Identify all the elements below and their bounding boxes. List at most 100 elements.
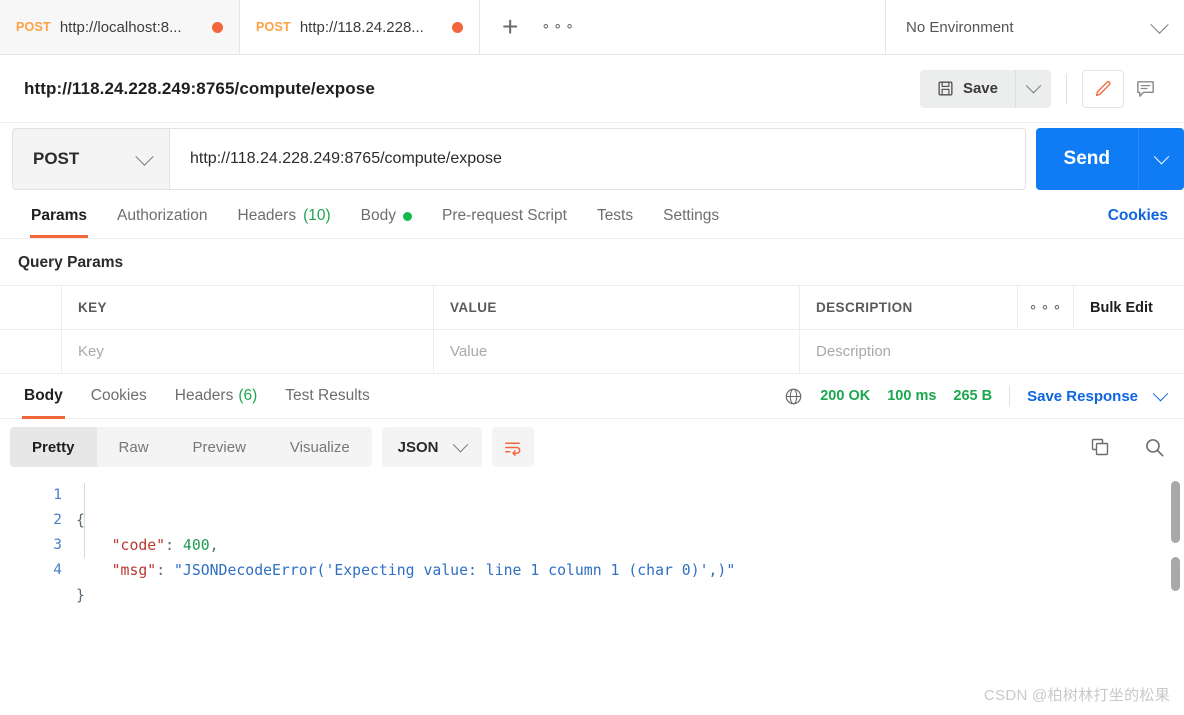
vertical-scrollbar-thumb-top[interactable] xyxy=(1171,481,1180,543)
ellipsis-icon[interactable]: ⚬⚬⚬ xyxy=(540,19,576,35)
param-key-input[interactable]: Key xyxy=(62,330,434,373)
tab-label: Headers xyxy=(237,207,297,224)
tab-label: Params xyxy=(31,207,88,224)
comment-icon xyxy=(1136,81,1154,97)
tab-name-label: http://118.24.228... xyxy=(299,18,424,36)
response-tab-headers[interactable]: Headers (6) xyxy=(161,374,272,419)
globe-icon[interactable] xyxy=(784,387,803,406)
view-mode-pretty[interactable]: Pretty xyxy=(10,427,97,467)
response-size: 265 B xyxy=(953,388,993,404)
response-tab-test-results[interactable]: Test Results xyxy=(271,374,383,419)
response-body-viewer[interactable]: 1 2 3 4 { "code": 400, "msg": "JSONDecod… xyxy=(0,475,1184,715)
chevron-down-icon[interactable] xyxy=(1152,385,1169,401)
watermark: CSDN @柏树林打坐的松果 xyxy=(983,687,1170,704)
row-checkbox-cell[interactable] xyxy=(0,330,62,373)
send-button-label: Send xyxy=(1063,148,1110,169)
response-time: 100 ms xyxy=(887,388,937,404)
response-format-label: JSON xyxy=(397,438,439,456)
url-input[interactable]: http://118.24.228.249:8765/compute/expos… xyxy=(170,128,1026,190)
colon: : xyxy=(156,562,175,579)
response-tab-cookies[interactable]: Cookies xyxy=(77,374,161,419)
comment-button[interactable] xyxy=(1124,70,1166,108)
tab-label: Authorization xyxy=(117,207,208,224)
code-line-1: { xyxy=(76,512,85,529)
http-method-label: POST xyxy=(33,149,80,168)
chevron-down-icon xyxy=(1025,77,1042,94)
line-numbers: 1 2 3 4 xyxy=(53,487,62,578)
param-key-placeholder: Key xyxy=(78,343,104,360)
response-body-toolbar: Pretty Raw Preview Visualize JSON xyxy=(0,419,1184,475)
view-mode-raw[interactable]: Raw xyxy=(97,427,171,467)
view-mode-label: Pretty xyxy=(32,438,75,456)
code-line-2: "code": 400, xyxy=(76,537,219,554)
view-mode-label: Visualize xyxy=(289,438,350,456)
chevron-down-icon xyxy=(1153,148,1170,164)
send-button[interactable]: Send xyxy=(1035,128,1138,190)
request-config-tab-list: Params Authorization Headers (10) Body P… xyxy=(16,194,734,238)
send-options-button[interactable] xyxy=(1138,128,1184,190)
tab-settings[interactable]: Settings xyxy=(648,194,734,238)
code-line-4: } xyxy=(76,587,85,604)
tab-actions: + ⚬⚬⚬ xyxy=(480,0,886,54)
request-tab-1[interactable]: POST http://localhost:8... xyxy=(0,0,240,54)
copy-icon[interactable] xyxy=(1089,436,1111,458)
tab-label: Cookies xyxy=(90,387,147,404)
view-mode-preview[interactable]: Preview xyxy=(171,427,268,467)
view-mode-visualize[interactable]: Visualize xyxy=(268,427,372,467)
tab-tests[interactable]: Tests xyxy=(582,194,648,238)
column-header-label: VALUE xyxy=(450,300,497,315)
param-value-input[interactable]: Value xyxy=(434,330,800,373)
request-header: http://118.24.228.249:8765/compute/expos… xyxy=(0,55,1184,123)
chevron-down-icon xyxy=(452,436,468,452)
tab-headers[interactable]: Headers (10) xyxy=(223,194,346,238)
tab-body[interactable]: Body xyxy=(346,194,427,238)
tab-label: Test Results xyxy=(285,387,370,404)
vertical-scrollbar-thumb-bottom[interactable] xyxy=(1171,557,1180,591)
tab-method-label: POST xyxy=(16,20,51,34)
page-title: http://118.24.228.249:8765/compute/expos… xyxy=(24,78,375,98)
response-tab-list: Body Cookies Headers (6) Test Results xyxy=(10,374,384,419)
request-header-actions: Save xyxy=(919,69,1166,108)
environment-label: No Environment xyxy=(906,18,1014,36)
environment-selector[interactable]: No Environment xyxy=(886,0,1184,54)
view-mode-label: Preview xyxy=(192,438,246,456)
table-row: Key Value Description xyxy=(0,330,1184,374)
tab-method-label: POST xyxy=(256,20,291,34)
save-response-button[interactable]: Save Response xyxy=(1027,388,1138,405)
save-options-button[interactable] xyxy=(1015,69,1051,108)
request-tab-2[interactable]: POST http://118.24.228... xyxy=(240,0,480,54)
bulk-edit-button[interactable]: Bulk Edit xyxy=(1074,286,1184,329)
cookies-link[interactable]: Cookies xyxy=(1108,207,1168,238)
save-button-label: Save xyxy=(962,80,998,97)
bulk-edit-label: Bulk Edit xyxy=(1090,299,1153,316)
colon: : xyxy=(165,537,183,554)
response-tool-icons xyxy=(1089,436,1166,459)
save-button[interactable]: Save xyxy=(919,69,1015,108)
plus-icon[interactable]: + xyxy=(502,13,518,41)
word-wrap-button[interactable] xyxy=(491,427,534,467)
pencil-icon xyxy=(1095,80,1111,96)
send-group: Send xyxy=(1035,128,1184,190)
params-options-button[interactable]: ⚬⚬⚬ xyxy=(1018,286,1074,329)
tab-label: Body xyxy=(360,207,397,224)
request-tab-strip: POST http://localhost:8... POST http://1… xyxy=(0,0,1184,55)
response-format-selector[interactable]: JSON xyxy=(381,427,482,467)
tab-label: Tests xyxy=(596,207,634,224)
column-header-value: VALUE xyxy=(434,286,800,329)
json-code: { "code": 400, "msg": "JSONDecodeError('… xyxy=(76,483,1184,715)
code-line-3: "msg": "JSONDecodeError('Expecting value… xyxy=(76,562,736,579)
response-bar: Body Cookies Headers (6) Test Results 20… xyxy=(0,374,1184,419)
url-bar: POST http://118.24.228.249:8765/compute/… xyxy=(0,123,1184,195)
query-params-table: KEY VALUE DESCRIPTION ⚬⚬⚬ Bulk Edit Key … xyxy=(0,285,1184,374)
json-string: "JSONDecodeError('Expecting value: line … xyxy=(174,562,736,579)
tab-pre-request-script[interactable]: Pre-request Script xyxy=(427,194,582,238)
tab-params[interactable]: Params xyxy=(16,194,102,238)
tab-authorization[interactable]: Authorization xyxy=(102,194,222,238)
search-icon[interactable] xyxy=(1143,436,1166,459)
param-description-placeholder: Description xyxy=(816,343,892,360)
response-tab-body[interactable]: Body xyxy=(10,374,77,419)
tab-label: Pre-request Script xyxy=(442,207,567,224)
param-description-input[interactable]: Description xyxy=(800,330,1184,373)
http-method-selector[interactable]: POST xyxy=(12,128,170,190)
edit-request-button[interactable] xyxy=(1082,69,1124,108)
